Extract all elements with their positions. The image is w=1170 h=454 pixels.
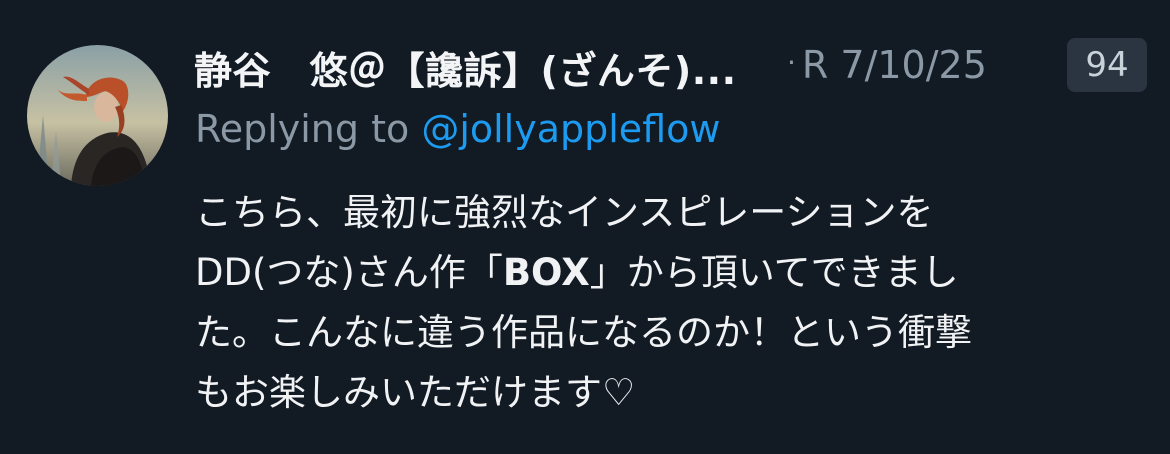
separator-dot: · <box>787 46 796 79</box>
post-meta: · R 7/10/25 <box>787 43 987 87</box>
display-name[interactable]: 静谷 悠＠【讒訴】(ざんそ)... <box>194 40 737 95</box>
post-header: 静谷 悠＠【讒訴】(ざんそ)... · R 7/10/25 94 <box>194 38 1154 98</box>
post-body: こちら、最初に強烈なインスピレーションを DD(つな)さん作「BOX」から頂いて… <box>195 183 1155 423</box>
post-timestamp[interactable]: R 7/10/25 <box>802 43 987 87</box>
reply-prefix: Replying to <box>195 107 422 151</box>
count-badge: 94 <box>1067 38 1147 92</box>
avatar[interactable] <box>27 45 168 186</box>
post-body-line: た。こんなに違う作品になるのか！という衝撃 <box>195 311 972 354</box>
post-body-text: DD(つな)さん作「 <box>195 251 503 294</box>
post-body-text: 」から頂いてできまし <box>589 251 959 294</box>
reply-context: Replying to @jollyappleflow <box>195 107 720 151</box>
avatar-image <box>27 45 168 186</box>
post-body-line: DD(つな)さん作「BOX」から頂いてできまし <box>195 243 1155 303</box>
reply-handle-link[interactable]: @jollyappleflow <box>421 107 720 151</box>
post-body-line: もお楽しみいただけます♡ <box>195 371 636 414</box>
post-body-line: こちら、最初に強烈なインスピレーションを <box>195 191 934 234</box>
post-body-bold-text: BOX <box>502 251 590 294</box>
